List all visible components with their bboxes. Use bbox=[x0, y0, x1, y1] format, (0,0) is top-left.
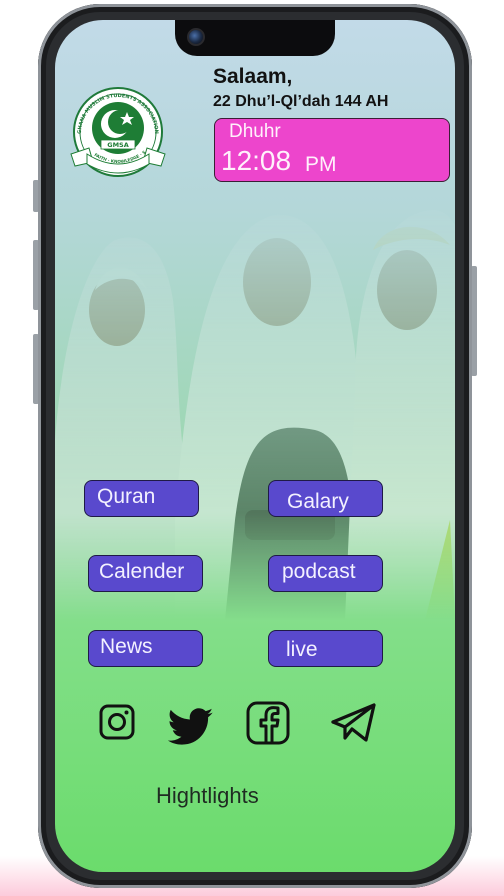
prayer-ampm: PM bbox=[305, 153, 337, 176]
gallery-button[interactable]: Galary bbox=[268, 480, 383, 517]
front-camera bbox=[187, 28, 205, 46]
prayer-time: 12:08 bbox=[221, 145, 292, 176]
podcast-button[interactable]: podcast bbox=[268, 555, 383, 592]
phone-frame: GHANA MUSLIM STUDENTS ASSOCIATION UNIVER… bbox=[38, 4, 472, 888]
calendar-button[interactable]: Calender bbox=[88, 555, 203, 592]
live-button[interactable]: live bbox=[268, 630, 383, 667]
facebook-icon[interactable] bbox=[245, 700, 291, 746]
device-notch bbox=[175, 20, 335, 56]
telegram-icon[interactable] bbox=[328, 700, 380, 746]
next-prayer-card[interactable]: Dhuhr 12:08 PM bbox=[214, 118, 450, 182]
instagram-icon[interactable] bbox=[97, 702, 137, 742]
greeting: Salaam, bbox=[213, 65, 293, 88]
quran-button[interactable]: Quran bbox=[84, 480, 199, 517]
hijri-date: 22 Dhu’l-Ql’dah 144 AH bbox=[213, 93, 389, 110]
twitter-icon[interactable] bbox=[165, 702, 217, 752]
news-button[interactable]: News bbox=[88, 630, 203, 667]
gmsa-logo: GHANA MUSLIM STUDENTS ASSOCIATION UNIVER… bbox=[67, 82, 166, 177]
app-screen: GHANA MUSLIM STUDENTS ASSOCIATION UNIVER… bbox=[55, 20, 455, 872]
prayer-name: Dhuhr bbox=[229, 121, 281, 142]
logo-center-text: GMSA bbox=[107, 141, 129, 149]
highlights-link[interactable]: Hightlights bbox=[156, 783, 259, 809]
